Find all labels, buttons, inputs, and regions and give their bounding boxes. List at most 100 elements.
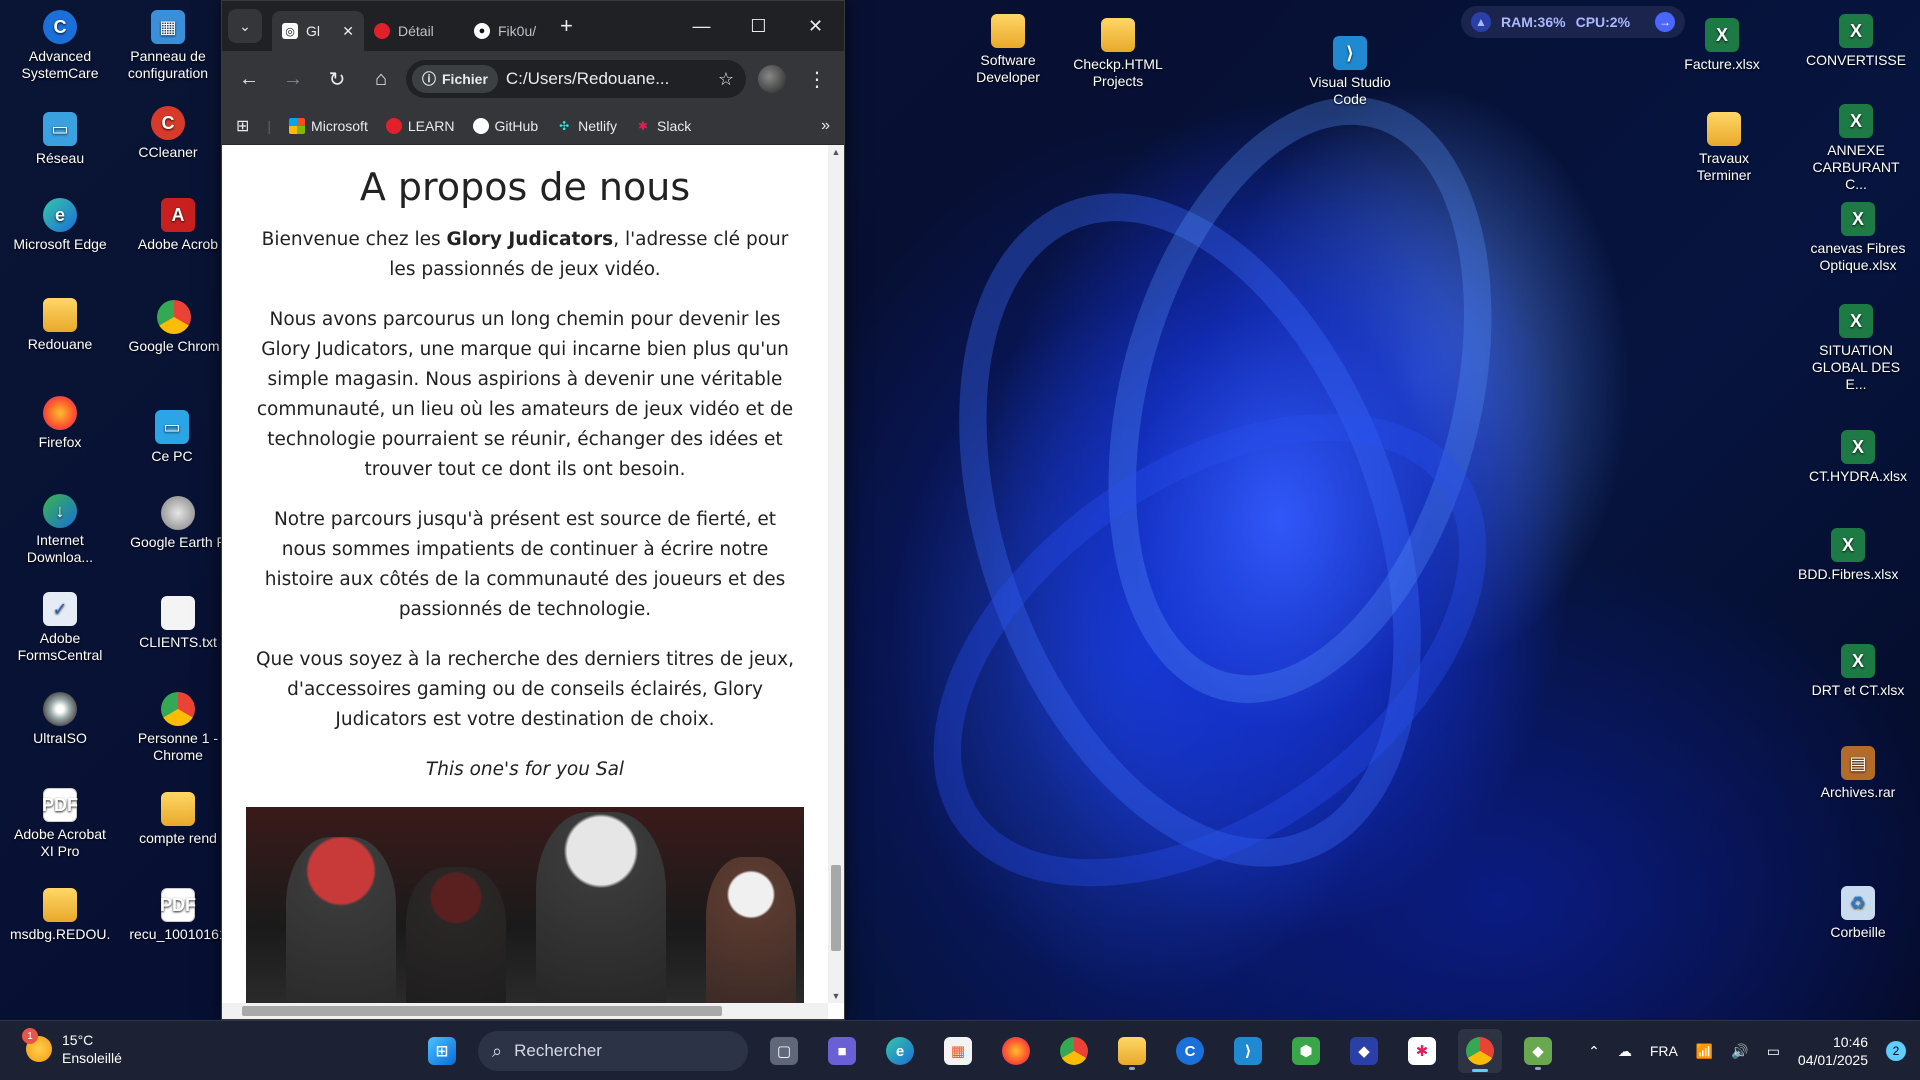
page-viewport: A propos de nous Bienvenue chez les Glor… (222, 145, 844, 1019)
bookmark-learn[interactable]: LEARN (385, 117, 455, 134)
desktop-icon-control-panel[interactable]: ▦ Panneau de configuration (118, 10, 218, 82)
show-hidden-icons-icon[interactable]: ⌃ (1588, 1043, 1600, 1060)
taskbar-teams[interactable]: ■ (820, 1029, 864, 1073)
reload-icon[interactable]: ↻ (318, 60, 356, 98)
tab-search-button[interactable]: ⌄ (228, 9, 262, 43)
taskbar-chrome[interactable] (1052, 1029, 1096, 1073)
taskbar-search[interactable]: ⌕ Rechercher (478, 1031, 748, 1071)
wifi-icon[interactable]: 📶 (1696, 1043, 1713, 1060)
edge-icon: e (43, 198, 77, 232)
scrollbar-thumb[interactable] (242, 1006, 722, 1016)
taskbar-firefox[interactable] (994, 1029, 1038, 1073)
notification-badge[interactable]: 2 (1886, 1041, 1906, 1061)
story-paragraph: Nous avons parcourus un long chemin pour… (256, 309, 794, 480)
tab-glory-judicators[interactable]: ◎ Gl ✕ (272, 11, 364, 51)
desktop-icon-bdd-fibres[interactable]: X BDD.Fibres.xlsx (1798, 528, 1898, 583)
desktop-icon-chrome-profile[interactable]: Personne 1 - Chrome (128, 692, 228, 764)
start-button[interactable]: ⊞ (420, 1029, 464, 1073)
desktop-icon-redouane[interactable]: Redouane (10, 298, 110, 353)
desktop-icon-chrome[interactable]: Google Chrom (124, 300, 224, 355)
desktop-icon-label: DRT et CT.xlsx (1811, 682, 1905, 698)
desktop-icon-idm[interactable]: ↓ Internet Downloa... (10, 494, 110, 566)
desktop-icon-drt-ct[interactable]: X DRT et CT.xlsx (1808, 644, 1908, 699)
forward-icon[interactable]: → (274, 60, 312, 98)
bookmark-microsoft[interactable]: Microsoft (289, 117, 368, 134)
more-bookmarks-icon[interactable]: » (821, 117, 830, 135)
desktop-icon-recu[interactable]: PDF recu_10010161 (128, 888, 228, 943)
desktop-icon-compte-rend[interactable]: compte rend (128, 792, 228, 847)
bookmarks-bar: ⊞ | Microsoft LEARN GitHub ✣ Netlify ✱ S… (222, 107, 844, 145)
desktop-icon-clients-txt[interactable]: CLIENTS.txt (128, 596, 228, 651)
performance-widget[interactable]: ▲ RAM:36% CPU:2% → (1461, 6, 1685, 38)
battery-icon[interactable]: ▭ (1767, 1043, 1780, 1060)
desktop-icon-acrobat[interactable]: A Adobe Acrob (128, 198, 228, 253)
taskbar-app-git[interactable]: ◆ (1342, 1029, 1386, 1073)
tab-detail[interactable]: Détail (364, 11, 464, 51)
desktop-icon-ultraiso[interactable]: UltraISO (10, 692, 110, 747)
volume-icon[interactable]: 🔊 (1731, 1043, 1748, 1060)
desktop-icon-situation-global[interactable]: X SITUATION GLOBAL DES E... (1806, 304, 1906, 393)
desktop-icon-software-developer[interactable]: Software Developer (958, 14, 1058, 86)
language-indicator[interactable]: FRA (1650, 1043, 1678, 1059)
desktop-icon-google-earth[interactable]: Google Earth P (128, 496, 228, 551)
more-menu-icon[interactable]: ⋮ (798, 60, 836, 98)
desktop-icon-ct-hydra[interactable]: X CT.HYDRA.xlsx (1808, 430, 1908, 485)
taskbar-ccleaner[interactable]: C (1168, 1029, 1212, 1073)
folder-icon (161, 792, 195, 826)
desktop-icon-acrobat-xi[interactable]: PDF Adobe Acrobat XI Pro (10, 788, 110, 860)
desktop-icon-network[interactable]: ▭ Réseau (10, 112, 110, 167)
desktop-icon-vscode[interactable]: ⟩ Visual Studio Code (1300, 36, 1400, 108)
bookmark-github[interactable]: GitHub (472, 117, 538, 134)
desktop-icon-ce-pc[interactable]: ▭ Ce PC (122, 410, 222, 465)
desktop-icon-msdbg[interactable]: msdbg.REDOU... (10, 888, 110, 943)
profile-avatar[interactable] (758, 65, 786, 93)
desktop-icon-convertisseur[interactable]: X CONVERTISSEU... (1806, 14, 1906, 69)
taskbar-app-diamond[interactable]: ◆ (1516, 1029, 1560, 1073)
desktop-icon-advanced-systemcare[interactable]: C Advanced SystemCare (10, 10, 110, 82)
clock[interactable]: 10:46 04/01/2025 (1798, 1033, 1868, 1069)
site-info-chip[interactable]: ⓘ Fichier (412, 65, 498, 93)
desktop-icon-annexe-carburant[interactable]: X ANNEXE CARBURANT C... (1806, 104, 1906, 193)
cloud-offline-icon[interactable]: ☁ (1618, 1043, 1632, 1060)
tab-github[interactable]: ● Fik0u/ (464, 11, 550, 51)
desktop-icon-facture[interactable]: X Facture.xlsx (1672, 18, 1772, 73)
desktop-icon-canevas-fibres[interactable]: X canevas Fibres Optique.xlsx (1808, 202, 1908, 274)
weather-desc: Ensoleillé (62, 1050, 122, 1066)
new-tab-button[interactable]: + (560, 13, 573, 39)
horizontal-scrollbar[interactable] (222, 1003, 828, 1019)
bookmark-netlify[interactable]: ✣ Netlify (556, 118, 617, 134)
back-icon[interactable]: ← (230, 60, 268, 98)
taskbar-task-view[interactable]: ▢ (762, 1029, 806, 1073)
taskbar-vscode[interactable]: ⟩ (1226, 1029, 1270, 1073)
desktop-icon-edge[interactable]: e Microsoft Edge (10, 198, 110, 253)
scroll-up-icon[interactable]: ▲ (828, 147, 844, 157)
taskbar-chrome-profile[interactable] (1458, 1029, 1502, 1073)
scroll-down-icon[interactable]: ▼ (828, 991, 844, 1001)
url-text[interactable]: C:/Users/Redouane... (506, 69, 710, 89)
desktop-icon-firefox[interactable]: Firefox (10, 396, 110, 451)
taskbar-file-explorer[interactable] (1110, 1029, 1154, 1073)
taskbar-edge[interactable]: e (878, 1029, 922, 1073)
bookmark-star-icon[interactable]: ☆ (718, 69, 740, 90)
desktop-icon-corbeille[interactable]: ♻ Corbeille (1808, 886, 1908, 941)
taskbar-app-green[interactable]: ⬢ (1284, 1029, 1328, 1073)
close-icon[interactable]: ✕ (342, 23, 354, 40)
desktop-icon-archives[interactable]: ▤ Archives.rar (1808, 746, 1908, 801)
desktop-icon-ccleaner[interactable]: C CCleaner (118, 106, 218, 161)
weather-widget[interactable]: 1 15°C Ensoleillé (22, 1028, 122, 1067)
address-bar[interactable]: ⓘ Fichier C:/Users/Redouane... ☆ (406, 60, 746, 98)
taskbar-slack[interactable]: ✱ (1400, 1029, 1444, 1073)
desktop-icon-checkp-html[interactable]: Checkp.HTML Projects (1068, 18, 1168, 90)
desktop-icon-formscentral[interactable]: ✓ Adobe FormsCentral (10, 592, 110, 664)
scrollbar-thumb[interactable] (831, 865, 841, 951)
maximize-icon[interactable]: ☐ (730, 1, 787, 51)
desktop-icon-travaux-terminer[interactable]: Travaux Terminer (1674, 112, 1774, 184)
minimize-icon[interactable]: — (673, 1, 730, 51)
arrow-right-icon[interactable]: → (1655, 12, 1675, 32)
apps-grid-icon[interactable]: ⊞ (236, 116, 249, 136)
bookmark-slack[interactable]: ✱ Slack (635, 118, 691, 134)
home-icon[interactable]: ⌂ (362, 60, 400, 98)
vertical-scrollbar[interactable]: ▲ ▼ (828, 145, 844, 1003)
close-window-icon[interactable]: ✕ (787, 1, 844, 51)
taskbar-store[interactable]: ▦ (936, 1029, 980, 1073)
